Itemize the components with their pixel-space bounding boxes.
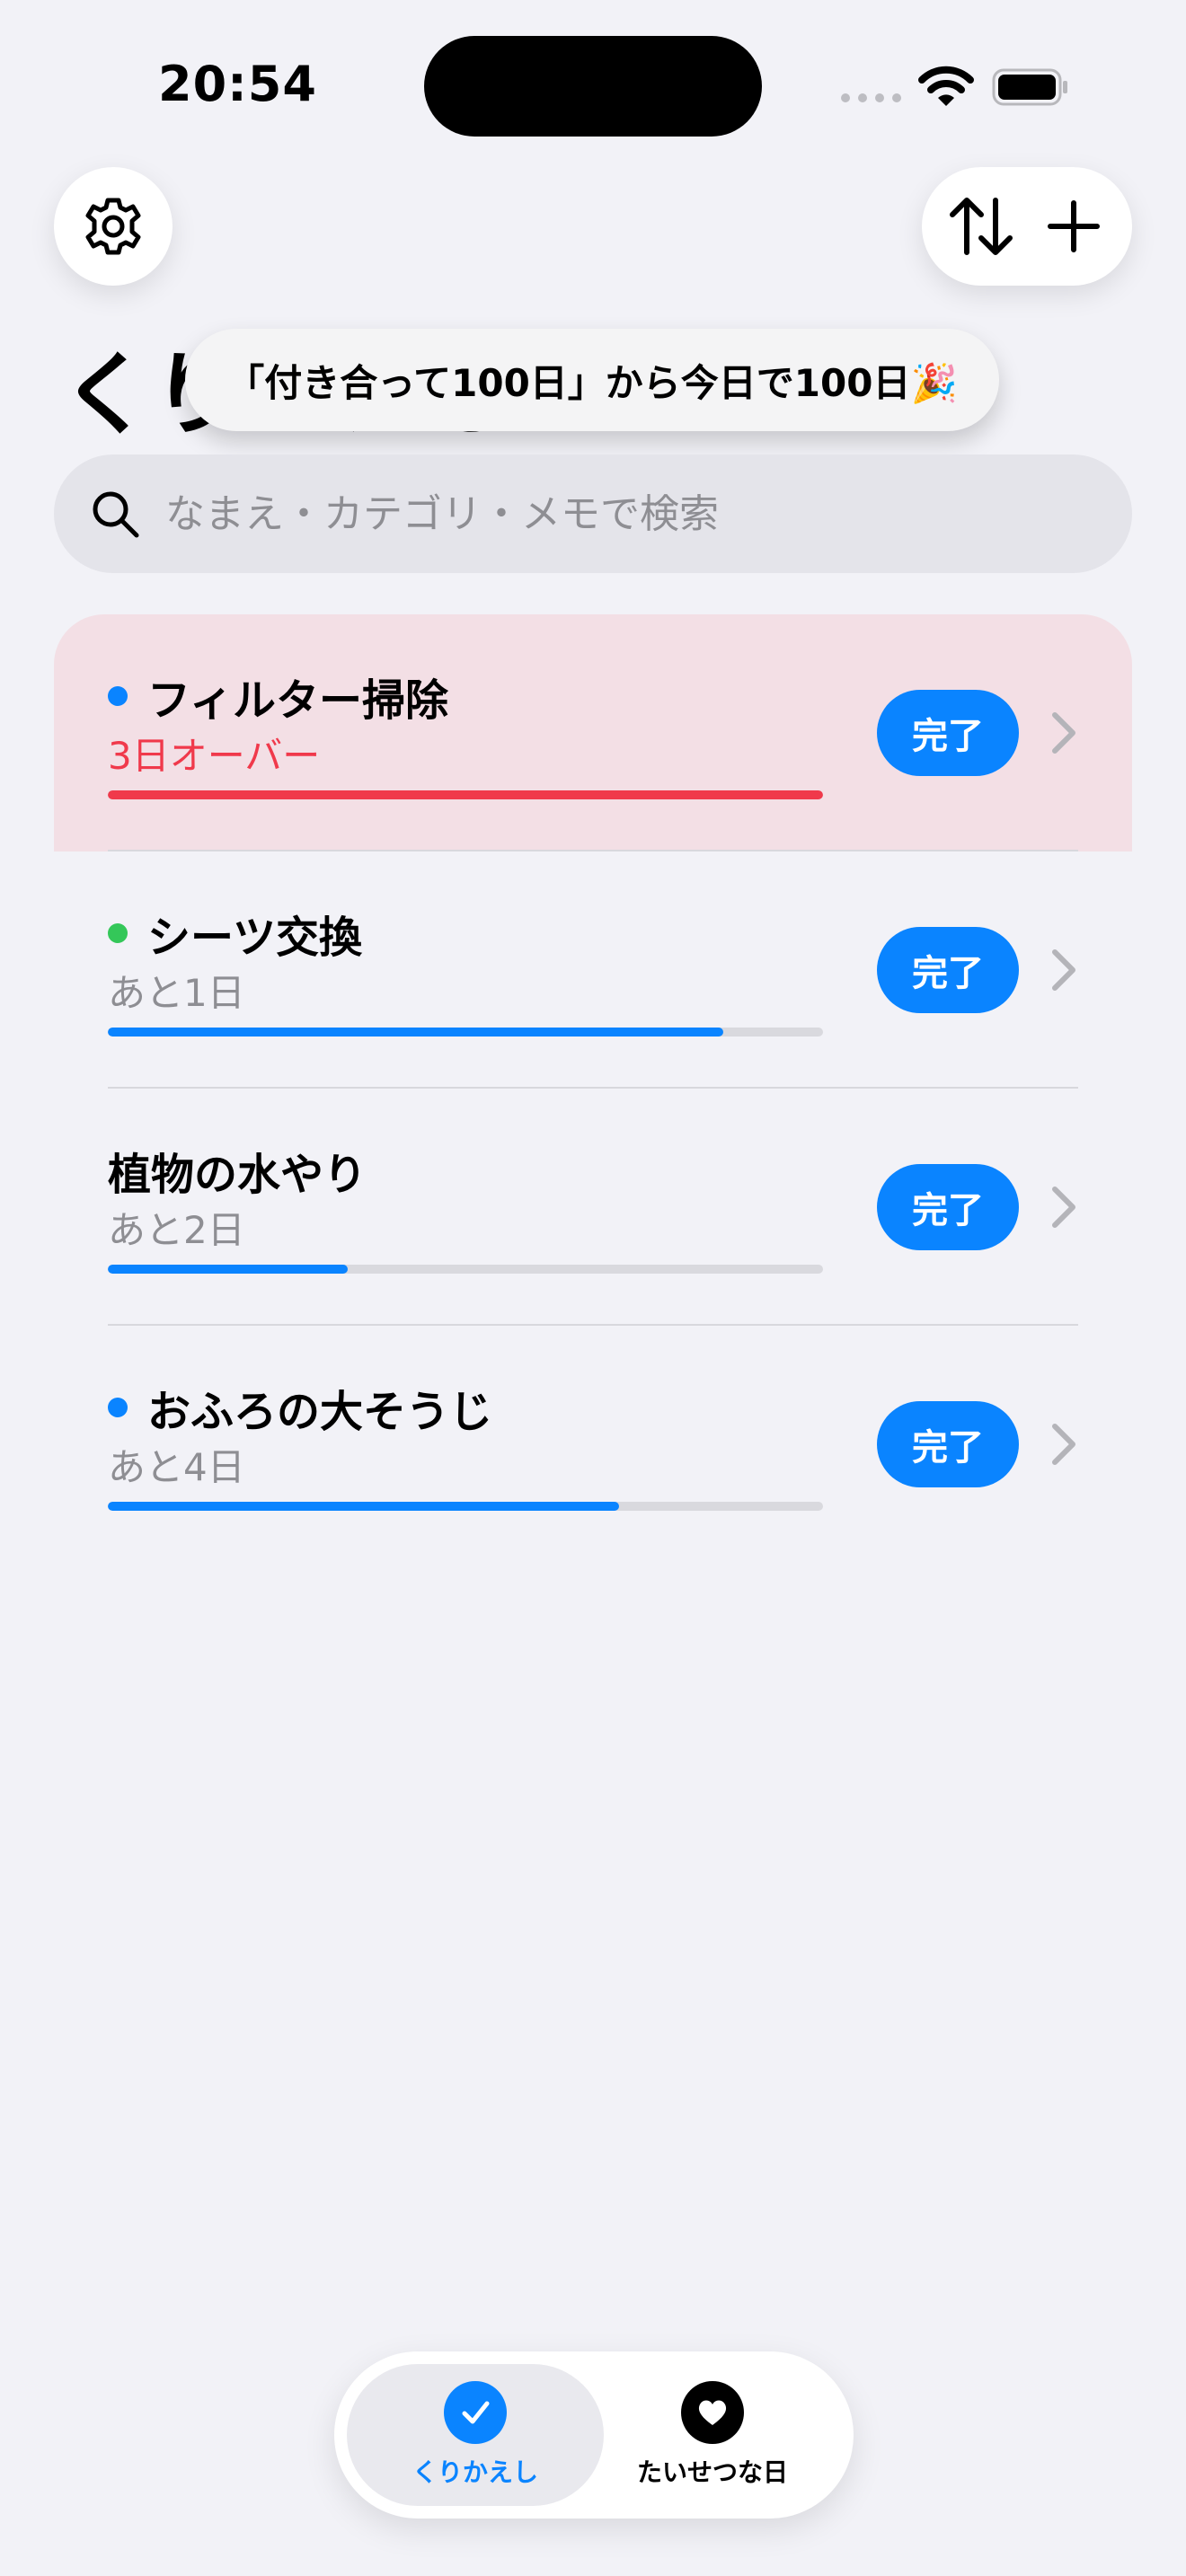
item-title: フィルター掃除 [147, 675, 449, 726]
category-dot [108, 1398, 128, 1417]
item-title: おふろの大そうじ [147, 1387, 493, 1437]
complete-button[interactable]: 完了 [877, 1401, 1019, 1487]
battery-icon [992, 68, 1067, 106]
gear-icon [85, 198, 141, 255]
sort-button[interactable] [941, 181, 1022, 271]
task-list: フィルター掃除 3日オーバー 完了 シーツ交換 あと1日 完了 植物の水やり あ… [54, 614, 1132, 1563]
progress-fill [108, 1028, 723, 1037]
tab-label: くりかえし [412, 2457, 538, 2487]
progress-fill [108, 1265, 348, 1274]
plus-icon [1047, 200, 1100, 252]
progress-bar [108, 1265, 823, 1274]
tab-important-days[interactable]: たいせつな日 [584, 2364, 841, 2506]
sort-arrows-icon [949, 198, 1013, 255]
item-due-status: あと1日 [108, 971, 245, 1015]
item-due-status: 3日オーバー [108, 734, 321, 778]
chevron-right-icon[interactable] [1048, 708, 1080, 758]
heart-icon [681, 2381, 744, 2444]
search-input[interactable] [165, 490, 1082, 537]
item-title: シーツ交換 [147, 913, 363, 963]
dynamic-island [424, 36, 762, 137]
progress-fill [108, 1502, 620, 1511]
list-item[interactable]: おふろの大そうじ あと4日 完了 [54, 1326, 1132, 1563]
status-time: 20:54 [158, 56, 317, 112]
add-button[interactable] [1033, 181, 1114, 271]
tab-repeat[interactable]: くりかえし [347, 2364, 604, 2506]
list-item[interactable]: シーツ交換 あと1日 完了 [54, 851, 1132, 1089]
complete-button[interactable]: 完了 [877, 690, 1019, 776]
wifi-icon [918, 66, 974, 106]
settings-button[interactable] [54, 167, 173, 286]
cellular-signal-icon [841, 93, 901, 102]
chevron-right-icon[interactable] [1048, 945, 1080, 995]
search-bar[interactable] [54, 454, 1132, 573]
chevron-right-icon[interactable] [1048, 1182, 1080, 1232]
item-due-status: あと2日 [108, 1208, 245, 1252]
toolbar-actions [922, 167, 1132, 286]
progress-bar [108, 790, 823, 799]
chevron-right-icon[interactable] [1048, 1419, 1080, 1469]
list-item[interactable]: フィルター掃除 3日オーバー 完了 [54, 614, 1132, 851]
item-title: 植物の水やり [108, 1150, 367, 1200]
category-dot [108, 686, 128, 706]
category-dot [108, 923, 128, 943]
complete-button[interactable]: 完了 [877, 1164, 1019, 1250]
progress-bar [108, 1502, 823, 1511]
progress-fill [108, 790, 823, 799]
search-icon [93, 491, 139, 538]
anniversary-toast[interactable]: 「付き合って100日」から今日で100日🎉 [185, 329, 999, 431]
list-item[interactable]: 植物の水やり あと2日 完了 [54, 1089, 1132, 1326]
progress-bar [108, 1028, 823, 1037]
checkmark-icon [444, 2381, 507, 2444]
complete-button[interactable]: 完了 [877, 927, 1019, 1013]
tab-label: たいせつな日 [636, 2457, 788, 2487]
item-due-status: あと4日 [108, 1445, 245, 1489]
tab-bar: くりかえし たいせつな日 [334, 2351, 854, 2519]
